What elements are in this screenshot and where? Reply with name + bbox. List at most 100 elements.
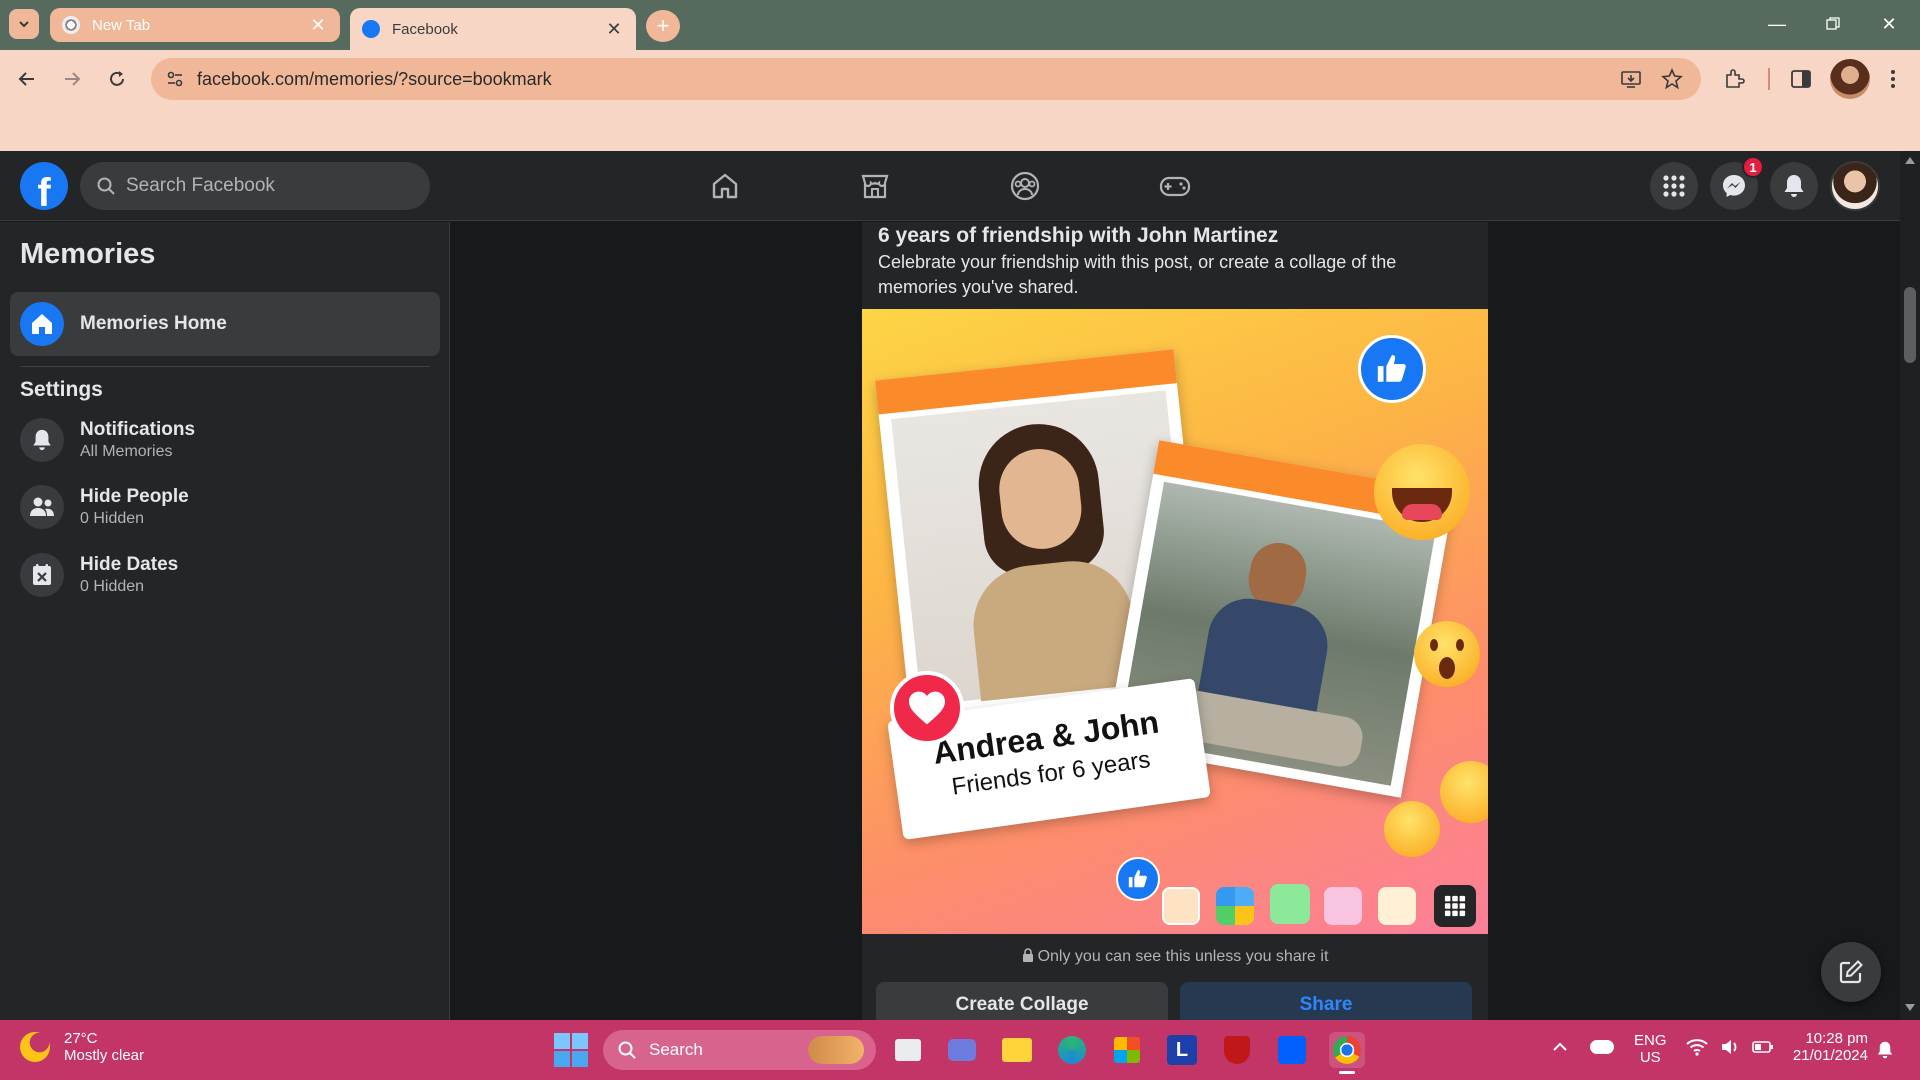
arrow-right-icon — [65, 72, 81, 86]
sidebar-item-hide-people[interactable]: Hide People 0 Hidden — [20, 479, 440, 535]
create-collage-button[interactable]: Create Collage — [876, 982, 1168, 1020]
sidebar-item-hide-dates[interactable]: Hide Dates 0 Hidden — [20, 547, 440, 603]
chrome-taskbar-icon[interactable] — [1329, 1032, 1365, 1074]
weather-widget[interactable]: 27°C Mostly clear — [20, 1030, 144, 1064]
sticker-app-icon[interactable] — [1162, 887, 1200, 925]
chrome-menu-icon[interactable] — [1880, 66, 1906, 92]
dropbox-icon[interactable] — [1274, 1032, 1310, 1068]
file-explorer-icon[interactable] — [999, 1032, 1035, 1068]
close-window-button[interactable]: ✕ — [1866, 8, 1912, 40]
clock[interactable]: 10:28 pm 21/01/2024 — [1786, 1030, 1868, 1064]
sidebar-title: Memories — [20, 238, 156, 270]
home-icon — [712, 173, 738, 199]
tab-facebook[interactable]: Facebook ✕ — [350, 8, 636, 50]
scroll-up-arrow-icon[interactable] — [1905, 157, 1915, 164]
lock-icon — [1022, 948, 1033, 962]
browser-tab-bar: New Tab ✕ Facebook ✕ + — ✕ — [0, 0, 1920, 50]
active-app-indicator — [1339, 1071, 1355, 1074]
volume-icon — [1722, 1040, 1737, 1054]
task-view-icon[interactable] — [890, 1032, 926, 1068]
nav-gaming[interactable] — [1125, 161, 1225, 211]
microsoft-store-icon[interactable] — [1109, 1032, 1145, 1068]
more-apps-icon[interactable] — [1434, 885, 1476, 927]
memory-card: 6 years of friendship with John Martinez… — [862, 222, 1488, 1020]
onedrive-icon[interactable] — [1590, 1040, 1614, 1054]
chrome-profile-avatar[interactable] — [1830, 59, 1870, 99]
reload-button[interactable] — [100, 62, 134, 96]
sidebar-item-sub: All Memories — [80, 443, 173, 460]
new-tab-button[interactable]: + — [646, 10, 680, 42]
facebook-header: f 1 — [0, 151, 1900, 221]
nav-home[interactable] — [675, 161, 775, 211]
notifications-button[interactable] — [1770, 162, 1818, 210]
close-tab-icon[interactable]: ✕ — [308, 15, 328, 36]
sidebar-item-memories-home[interactable]: Memories Home — [10, 292, 440, 356]
facebook-favicon-icon — [362, 20, 380, 38]
bookmarks-bar — [0, 108, 1920, 151]
sidebar-item-label: Notifications — [80, 419, 196, 440]
edge-browser-icon[interactable] — [1054, 1032, 1090, 1068]
avatar-sticker-icon[interactable] — [1270, 884, 1310, 924]
memory-description: Celebrate your friendship with this post… — [878, 252, 1397, 297]
forward-button[interactable] — [55, 62, 89, 96]
new-message-button[interactable] — [1821, 942, 1881, 1002]
meet-app-icon[interactable] — [944, 1032, 980, 1068]
back-button[interactable] — [10, 62, 44, 96]
notification-center-icon[interactable] — [1876, 1040, 1894, 1065]
minimize-button[interactable]: — — [1754, 8, 1800, 40]
tab-new-tab[interactable]: New Tab ✕ — [50, 8, 340, 42]
site-info-icon[interactable] — [165, 69, 185, 89]
mcafee-icon[interactable] — [1219, 1032, 1255, 1068]
messenger-button[interactable]: 1 — [1710, 156, 1764, 210]
language-indicator[interactable]: ENG US — [1634, 1032, 1667, 1066]
search-highlight-icon — [808, 1036, 864, 1064]
nav-groups[interactable] — [975, 161, 1075, 211]
clock-date: 21/01/2024 — [1792, 1047, 1868, 1064]
people-icon — [20, 485, 64, 529]
install-app-icon[interactable] — [1618, 66, 1644, 92]
windows-taskbar: 27°C Mostly clear Search L ENG US 10:28 … — [0, 1020, 1920, 1080]
facebook-search-box[interactable] — [80, 162, 430, 210]
sidebar-divider — [20, 366, 430, 367]
friendship-image[interactable]: Andrea & John Friends for 6 years — [862, 309, 1488, 934]
tab-search-button[interactable] — [9, 9, 39, 39]
windows-logo-icon — [554, 1033, 570, 1049]
chevron-down-icon — [19, 21, 29, 28]
nav-marketplace[interactable] — [825, 161, 925, 211]
search-input[interactable] — [126, 175, 406, 197]
menu-button[interactable] — [1650, 162, 1698, 210]
calendar-x-icon — [20, 553, 64, 597]
love-reaction-icon — [890, 671, 964, 745]
scrollbar-thumb[interactable] — [1904, 287, 1916, 363]
show-hidden-icons[interactable] — [1552, 1040, 1568, 1059]
sidebar-item-notifications[interactable]: Notifications All Memories — [20, 412, 440, 468]
memories-sidebar: Memories Memories Home Settings Notifica… — [0, 222, 450, 1020]
taskbar-search[interactable]: Search — [603, 1030, 876, 1070]
side-panel-icon[interactable] — [1788, 66, 1814, 92]
extensions-icon[interactable] — [1722, 66, 1748, 92]
tab-title: New Tab — [92, 16, 151, 34]
avatar-sticker-2-icon[interactable] — [1324, 887, 1362, 925]
avatar-sticker-3-icon[interactable] — [1378, 887, 1416, 925]
page-scrollbar[interactable] — [1900, 151, 1920, 1020]
sidebar-item-label: Hide Dates — [80, 554, 179, 575]
chevron-up-icon — [1553, 1042, 1567, 1051]
url-text: facebook.com/memories/?source=bookmark — [197, 69, 552, 89]
system-tray[interactable] — [1686, 1038, 1774, 1056]
close-tab-icon[interactable]: ✕ — [604, 19, 624, 40]
battery-icon — [1752, 1041, 1773, 1053]
taskbar-search-label: Search — [649, 1040, 703, 1059]
share-button[interactable]: Share — [1180, 982, 1472, 1020]
address-bar[interactable]: facebook.com/memories/?source=bookmark — [151, 58, 1701, 100]
start-button[interactable] — [554, 1033, 588, 1067]
arrow-left-icon — [18, 72, 34, 86]
scroll-down-arrow-icon[interactable] — [1905, 1004, 1915, 1011]
photos-app-icon[interactable] — [1216, 887, 1254, 925]
restore-button[interactable] — [1810, 8, 1856, 40]
moon-cloud-icon — [20, 1032, 50, 1062]
facebook-logo[interactable]: f — [20, 162, 68, 210]
clock-time: 10:28 pm — [1805, 1030, 1868, 1047]
l-app-icon[interactable]: L — [1164, 1032, 1200, 1068]
bookmark-star-icon[interactable] — [1659, 66, 1685, 92]
profile-avatar[interactable] — [1830, 161, 1880, 211]
